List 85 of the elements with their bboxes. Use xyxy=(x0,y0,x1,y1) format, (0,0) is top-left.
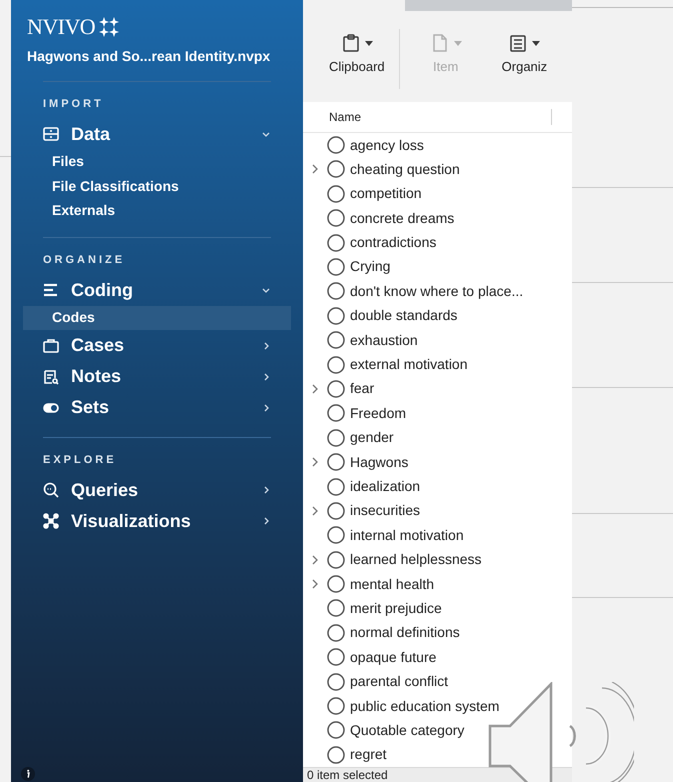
code-name[interactable]: Crying xyxy=(350,256,390,278)
code-circle-icon xyxy=(327,624,345,642)
code-name[interactable]: gender xyxy=(350,427,394,448)
code-name[interactable]: Freedom xyxy=(350,402,406,424)
code-circle-icon xyxy=(327,478,345,496)
code-name[interactable]: normal definitions xyxy=(350,622,460,644)
code-circle-icon xyxy=(327,453,345,472)
toolbar-button[interactable]: Clipboard xyxy=(329,33,385,77)
code-name[interactable]: exhaustion xyxy=(350,330,418,351)
code-circle-icon xyxy=(327,502,345,520)
nav-item[interactable]: Coding xyxy=(42,274,271,306)
nav-item[interactable]: Notes xyxy=(42,361,271,392)
code-circle-icon xyxy=(327,136,345,154)
code-name[interactable]: external motivation xyxy=(350,354,468,376)
code-circle-icon xyxy=(327,234,345,252)
code-name[interactable]: Hagwons xyxy=(350,452,408,473)
code-circle-icon xyxy=(327,526,345,544)
notes-icon xyxy=(42,368,60,386)
code-name[interactable]: cheating question xyxy=(350,158,460,180)
code-circle-icon xyxy=(327,282,345,300)
caret-icon xyxy=(364,40,373,46)
column-header[interactable]: Name xyxy=(329,108,551,126)
clipboard-icon xyxy=(340,33,361,54)
code-circle-icon xyxy=(327,160,345,178)
code-name[interactable]: don't know where to place... xyxy=(350,280,524,302)
code-name[interactable]: Quotable category xyxy=(350,720,464,741)
lines-icon xyxy=(42,281,60,299)
code-name[interactable]: parental conflict xyxy=(350,671,448,692)
nav-item[interactable]: Data xyxy=(42,118,271,150)
code-circle-icon xyxy=(327,599,345,618)
section-heading: IMPORT xyxy=(43,97,105,112)
code-name[interactable]: contradictions xyxy=(350,232,436,254)
drawer-icon xyxy=(42,125,60,143)
toolbar-button[interactable]: Organiz xyxy=(502,33,548,77)
code-name[interactable]: opaque future xyxy=(350,646,436,668)
code-name[interactable]: public education system xyxy=(350,696,500,717)
code-name[interactable]: internal motivation xyxy=(350,524,464,546)
code-name[interactable]: concrete dreams xyxy=(350,208,454,229)
code-name[interactable]: agency loss xyxy=(350,134,424,156)
code-name[interactable]: merit prejudice xyxy=(350,598,442,619)
code-name[interactable]: fear xyxy=(350,378,374,400)
caret-icon xyxy=(532,40,540,46)
code-circle-icon xyxy=(327,550,345,569)
search-icon xyxy=(42,481,60,499)
code-name[interactable]: double standards xyxy=(350,305,458,326)
project-title: Hagwons and So...rean Identity.nvpx xyxy=(27,47,272,66)
code-name[interactable]: regret xyxy=(350,744,387,766)
code-circle-icon xyxy=(327,380,345,398)
nav-subitem[interactable]: Files xyxy=(23,150,291,174)
section-heading: ORGANIZE xyxy=(43,253,126,268)
code-name[interactable]: insecurities xyxy=(350,500,420,522)
code-circle-icon xyxy=(327,258,345,276)
list-icon xyxy=(508,33,528,54)
status-text: 0 item selected xyxy=(307,769,388,781)
code-circle-icon xyxy=(327,648,345,666)
nav-item[interactable]: Sets xyxy=(42,392,271,423)
code-circle-icon xyxy=(327,306,345,325)
sparkle-logo-icon xyxy=(99,17,120,37)
code-circle-icon xyxy=(327,356,345,374)
code-circle-icon xyxy=(327,331,345,350)
nav-subitem[interactable]: Externals xyxy=(23,198,291,223)
nav-subitem[interactable]: File Classifications xyxy=(23,174,291,198)
section-heading: EXPLORE xyxy=(43,453,118,468)
caret-icon xyxy=(454,40,462,46)
code-name[interactable]: idealization xyxy=(350,476,420,497)
code-name[interactable]: mental health xyxy=(350,574,434,595)
code-circle-icon xyxy=(327,184,345,203)
nav-item[interactable]: Cases xyxy=(42,330,271,361)
nav-subitem[interactable]: Codes xyxy=(23,306,291,330)
code-circle-icon xyxy=(327,721,345,740)
nav-item[interactable]: Queries xyxy=(42,474,271,506)
nav-item[interactable]: Visualizations xyxy=(42,506,271,536)
code-circle-icon xyxy=(327,697,345,716)
code-circle-icon xyxy=(327,209,345,228)
code-name[interactable]: learned helplessness xyxy=(350,549,482,570)
app-logo: NVIVO xyxy=(27,14,96,40)
code-circle-icon xyxy=(327,428,345,447)
info-icon[interactable] xyxy=(21,767,35,781)
briefcase-icon xyxy=(42,336,60,354)
code-circle-icon xyxy=(327,672,345,691)
code-circle-icon xyxy=(327,746,345,764)
code-circle-icon xyxy=(327,404,345,422)
code-name[interactable]: competition xyxy=(350,183,422,204)
code-circle-icon xyxy=(327,575,345,594)
network-icon xyxy=(42,512,60,530)
